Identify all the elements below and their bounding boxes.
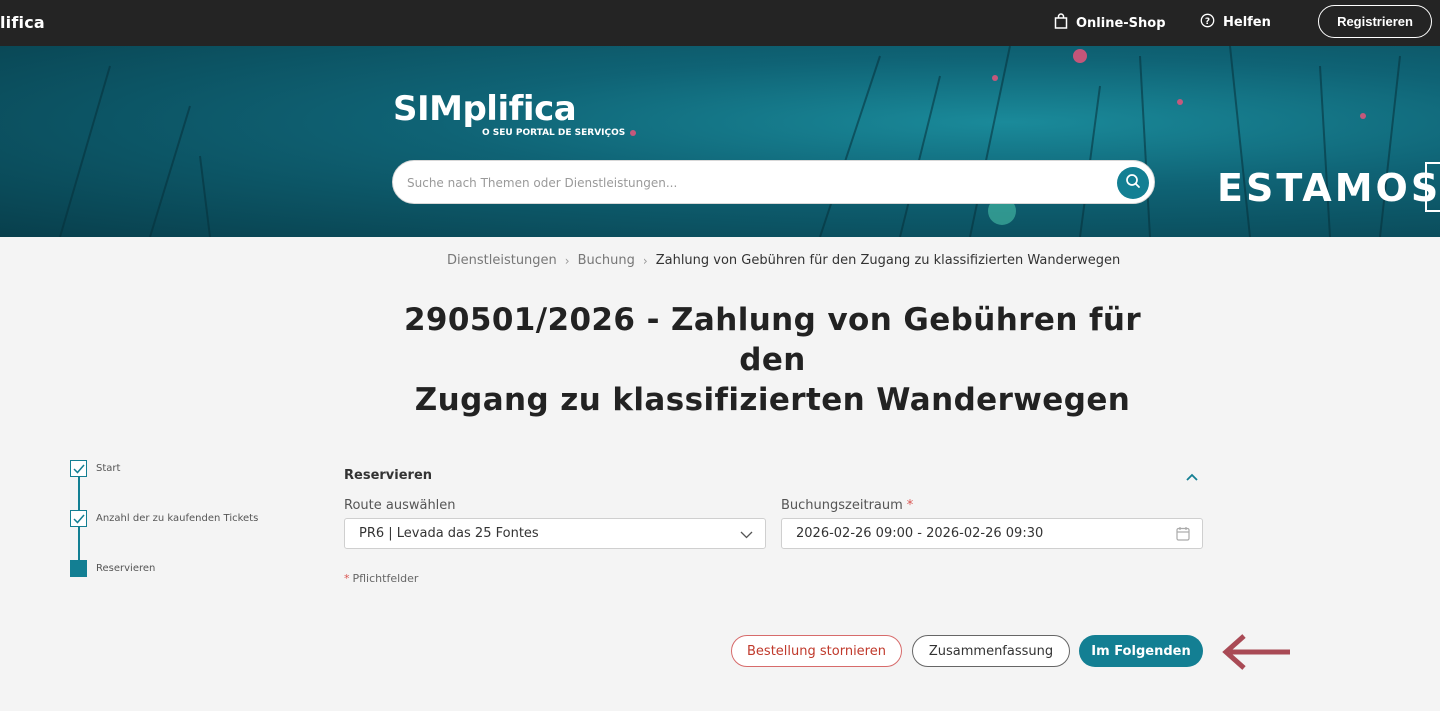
- search-input[interactable]: [407, 161, 1097, 205]
- cancel-order-button[interactable]: Bestellung stornieren: [731, 635, 902, 667]
- breadcrumb-current: Zahlung von Gebühren für den Zugang zu k…: [655, 253, 1121, 268]
- arrow-left-icon: [1214, 630, 1292, 678]
- section-title: Reservieren: [344, 468, 433, 483]
- register-button[interactable]: Registrieren: [1318, 5, 1432, 38]
- page-title-line-1: 290501/2026 - Zahlung von Gebühren für d…: [403, 302, 1142, 378]
- svg-text:?: ?: [1205, 17, 1210, 27]
- step-label: Start: [96, 463, 121, 474]
- help-circle-icon: ?: [1200, 13, 1215, 32]
- search-icon: [1125, 173, 1141, 193]
- help-link[interactable]: ? Helfen: [1200, 13, 1271, 32]
- breadcrumb-services[interactable]: Dienstleistungen: [447, 253, 557, 268]
- search-bar: [392, 160, 1155, 205]
- breadcrumb: Dienstleistungen › Buchung › Zahlung von…: [447, 253, 1120, 268]
- top-bar: lifica Online-Shop ? Helfen Registrieren: [0, 0, 1440, 46]
- logo-wordmark: SIMplifica: [393, 89, 577, 129]
- reserve-section-header[interactable]: Reservieren: [344, 464, 1204, 485]
- route-selected-value: PR6 | Levada das 25 Fontes: [359, 526, 539, 541]
- help-label: Helfen: [1223, 15, 1271, 30]
- route-label: Route auswählen: [344, 498, 456, 513]
- page-title-line-2: Zugang zu klassifizierten Wanderwegen: [414, 382, 1131, 418]
- brand-name[interactable]: lifica: [0, 13, 45, 32]
- next-button[interactable]: Im Folgenden: [1079, 635, 1203, 667]
- promo-text: ESTAMOS: [1217, 166, 1440, 210]
- required-fields-note: * Pflichtfelder: [344, 572, 418, 585]
- online-shop-label: Online-Shop: [1076, 15, 1166, 31]
- check-icon: [70, 510, 87, 527]
- route-select[interactable]: PR6 | Levada das 25 Fontes: [344, 518, 766, 549]
- step-ticket-count[interactable]: Anzahl der zu kaufenden Tickets: [70, 510, 258, 527]
- summary-button[interactable]: Zusammenfassung: [912, 635, 1070, 667]
- current-step-icon: [70, 560, 87, 577]
- chevron-right-icon: ›: [564, 253, 570, 268]
- booking-period-label: Buchungszeitraum *: [781, 498, 914, 513]
- simplifica-logo[interactable]: SIMplifica O SEU PORTAL DE SERVIÇOS: [393, 89, 625, 138]
- required-asterisk: *: [906, 498, 914, 513]
- step-start[interactable]: Start: [70, 460, 120, 477]
- required-asterisk: *: [344, 572, 350, 585]
- chevron-right-icon: ›: [642, 253, 648, 268]
- progress-stepper: Start Anzahl der zu kaufenden Tickets Re…: [70, 460, 310, 580]
- page-title: 290501/2026 - Zahlung von Gebühren für d…: [370, 300, 1175, 420]
- hero-banner: SIMplifica O SEU PORTAL DE SERVIÇOS ESTA…: [0, 46, 1440, 237]
- calendar-icon[interactable]: [1176, 526, 1190, 545]
- breadcrumb-booking[interactable]: Buchung: [578, 253, 635, 268]
- booking-period-input[interactable]: 2026-02-26 09:00 - 2026-02-26 09:30: [781, 518, 1203, 549]
- online-shop-link[interactable]: Online-Shop: [1054, 13, 1166, 33]
- step-reserve[interactable]: Reservieren: [70, 560, 155, 577]
- check-icon: [70, 460, 87, 477]
- shopping-bag-icon: [1054, 13, 1068, 33]
- stepper-connector: [78, 477, 80, 510]
- step-label: Reservieren: [96, 563, 156, 574]
- promo-frame: [1425, 162, 1440, 212]
- stepper-connector: [78, 527, 80, 560]
- step-label: Anzahl der zu kaufenden Tickets: [96, 513, 259, 524]
- logo-tagline: O SEU PORTAL DE SERVIÇOS: [482, 128, 626, 138]
- search-button[interactable]: [1117, 167, 1149, 199]
- required-fields-label: Pflichtfelder: [352, 572, 419, 585]
- chevron-up-icon[interactable]: [1186, 466, 1198, 485]
- booking-period-value: 2026-02-26 09:00 - 2026-02-26 09:30: [796, 526, 1044, 541]
- chevron-down-icon: [740, 528, 753, 543]
